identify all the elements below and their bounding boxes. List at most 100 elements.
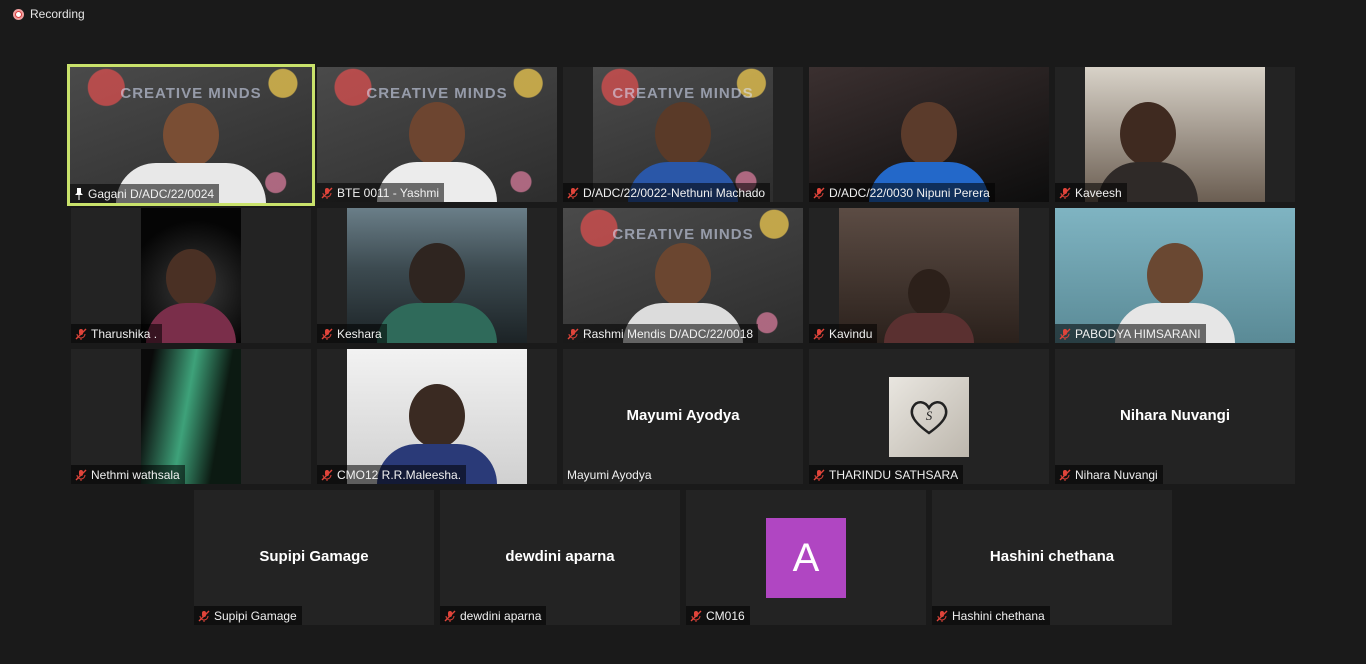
participant-video: CREATIVE MINDS <box>563 208 803 343</box>
mic-muted-icon <box>936 610 948 622</box>
participant-name: Mayumi Ayodya <box>567 467 652 482</box>
video-tile-keshara[interactable]: Keshara <box>317 208 557 343</box>
participant-video: CREATIVE MINDS <box>593 67 773 202</box>
avatar: A <box>766 518 846 598</box>
video-tile-kavindu[interactable]: Kavindu <box>809 208 1049 343</box>
participant-label: CMO12 R.R.Maleesha. <box>317 465 467 484</box>
mic-muted-icon <box>813 328 825 340</box>
participant-name: CM016 <box>706 608 745 623</box>
participant-label: Supipi Gamage <box>194 606 302 625</box>
participant-name: THARINDU SATHSARA <box>829 467 959 482</box>
recording-icon <box>13 8 24 20</box>
participant-video <box>347 208 527 343</box>
video-tile-nethuni[interactable]: CREATIVE MINDS D/ADC/22/0022-Nethuni Mac… <box>563 67 803 202</box>
participant-name: CMO12 R.R.Maleesha. <box>337 467 462 482</box>
chalkboard-text: CREATIVE MINDS <box>120 85 262 102</box>
video-tile-maleesha[interactable]: CMO12 R.R.Maleesha. <box>317 349 557 484</box>
chalkboard-text: CREATIVE MINDS <box>366 85 508 102</box>
participant-name: dewdini aparna <box>460 608 542 623</box>
participant-name: Tharushika . <box>91 326 158 341</box>
participant-display-name: Supipi Gamage <box>259 548 369 565</box>
participant-name: Hashini chethana <box>952 608 1045 623</box>
participant-label: Nethmi wathsala <box>71 465 185 484</box>
mic-muted-icon <box>567 187 579 199</box>
mic-muted-icon <box>321 328 333 340</box>
mic-muted-icon <box>1059 328 1071 340</box>
video-tile-cm016[interactable]: A CM016 <box>686 490 926 625</box>
video-tile-pabodya[interactable]: PABODYA HIMSARANI <box>1055 208 1295 343</box>
participant-label: Nihara Nuvangi <box>1055 465 1163 484</box>
participant-label: dewdini aparna <box>440 606 547 625</box>
participant-label: Kavindu <box>809 324 878 343</box>
recording-label: Recording <box>30 7 85 21</box>
participant-label: PABODYA HIMSARANI <box>1055 324 1206 343</box>
participant-label: THARINDU SATHSARA <box>809 465 964 484</box>
video-tile-tharindu[interactable]: S THARINDU SATHSARA <box>809 349 1049 484</box>
video-tile-kaveesh[interactable]: Kaveesh <box>1055 67 1295 202</box>
mic-muted-icon <box>198 610 210 622</box>
participant-video: CREATIVE MINDS <box>317 67 557 202</box>
participant-video <box>809 67 1049 202</box>
chalkboard-text: CREATIVE MINDS <box>612 85 754 102</box>
mic-muted-icon <box>813 187 825 199</box>
mic-muted-icon <box>690 610 702 622</box>
participant-video <box>1085 67 1265 202</box>
participant-label: D/ADC/22/0030 Nipuni Perera <box>809 183 995 202</box>
video-tile-mayumi[interactable]: Mayumi Ayodya Mayumi Ayodya <box>563 349 803 484</box>
video-tile-rashmi[interactable]: CREATIVE MINDS Rashmi Mendis D/ADC/22/00… <box>563 208 803 343</box>
mic-muted-icon <box>321 469 333 481</box>
svg-text:S: S <box>926 408 933 423</box>
participant-name: Nethmi wathsala <box>91 467 180 482</box>
participant-display-name: dewdini aparna <box>505 548 615 565</box>
participant-label: Hashini chethana <box>932 606 1050 625</box>
participant-video <box>1055 208 1295 343</box>
video-tile-nihara[interactable]: Nihara Nuvangi Nihara Nuvangi <box>1055 349 1295 484</box>
video-tile-dewdini[interactable]: dewdini aparna dewdini aparna <box>440 490 680 625</box>
participant-video: CREATIVE MINDS <box>70 67 312 203</box>
mic-muted-icon <box>444 610 456 622</box>
participant-video <box>141 349 241 484</box>
participant-name: D/ADC/22/0022-Nethuni Machado <box>583 185 766 200</box>
mic-muted-icon <box>1059 187 1071 199</box>
participant-label: Rashmi Mendis D/ADC/22/0018 <box>563 324 759 343</box>
participant-label: CM016 <box>686 606 750 625</box>
participant-name: Gagani D/ADC/22/0024 <box>88 186 215 201</box>
recording-indicator: Recording <box>13 7 85 21</box>
participant-label: Mayumi Ayodya <box>563 465 657 484</box>
mic-muted-icon <box>1059 469 1071 481</box>
video-tile-hashini[interactable]: Hashini chethana Hashini chethana <box>932 490 1172 625</box>
participant-name: Kaveesh <box>1075 185 1122 200</box>
video-tile-yashmi[interactable]: CREATIVE MINDS BTE 0011 - Yashmi <box>317 67 557 202</box>
participant-display-name: Hashini chethana <box>989 548 1115 565</box>
video-tile-tharushika[interactable]: Tharushika . <box>71 208 311 343</box>
heart-icon: S <box>910 401 948 435</box>
mic-muted-icon <box>567 328 579 340</box>
participant-label: BTE 0011 - Yashmi <box>317 183 445 202</box>
participant-name: Rashmi Mendis D/ADC/22/0018 <box>583 326 754 341</box>
video-tile-supipi[interactable]: Supipi Gamage Supipi Gamage <box>194 490 434 625</box>
video-tile-nethmi[interactable]: Nethmi wathsala <box>71 349 311 484</box>
participant-label: Tharushika . <box>71 324 163 343</box>
participant-display-name: Mayumi Ayodya <box>626 407 740 424</box>
participant-name: D/ADC/22/0030 Nipuni Perera <box>829 185 990 200</box>
video-tile-gagani[interactable]: CREATIVE MINDS Gagani D/ADC/22/0024 <box>67 64 315 206</box>
participant-video <box>839 208 1019 343</box>
mic-muted-icon <box>321 187 333 199</box>
participant-name: Keshara <box>337 326 382 341</box>
participant-label: Kaveesh <box>1055 183 1127 202</box>
participant-label: D/ADC/22/0022-Nethuni Machado <box>563 183 771 202</box>
participant-display-name: Nihara Nuvangi <box>1119 407 1231 424</box>
participant-name: BTE 0011 - Yashmi <box>337 185 440 200</box>
mic-muted-icon <box>75 328 87 340</box>
participant-name: PABODYA HIMSARANI <box>1075 326 1201 341</box>
participant-name: Kavindu <box>829 326 873 341</box>
participant-label: Keshara <box>317 324 387 343</box>
participant-label: Gagani D/ADC/22/0024 <box>70 184 220 203</box>
chalkboard-text: CREATIVE MINDS <box>612 226 754 243</box>
video-tile-nipuni[interactable]: D/ADC/22/0030 Nipuni Perera <box>809 67 1049 202</box>
participant-video <box>141 208 241 343</box>
mic-muted-icon <box>75 469 87 481</box>
pin-icon <box>75 187 83 200</box>
participant-name: Supipi Gamage <box>214 608 297 623</box>
participant-name: Nihara Nuvangi <box>1075 467 1158 482</box>
